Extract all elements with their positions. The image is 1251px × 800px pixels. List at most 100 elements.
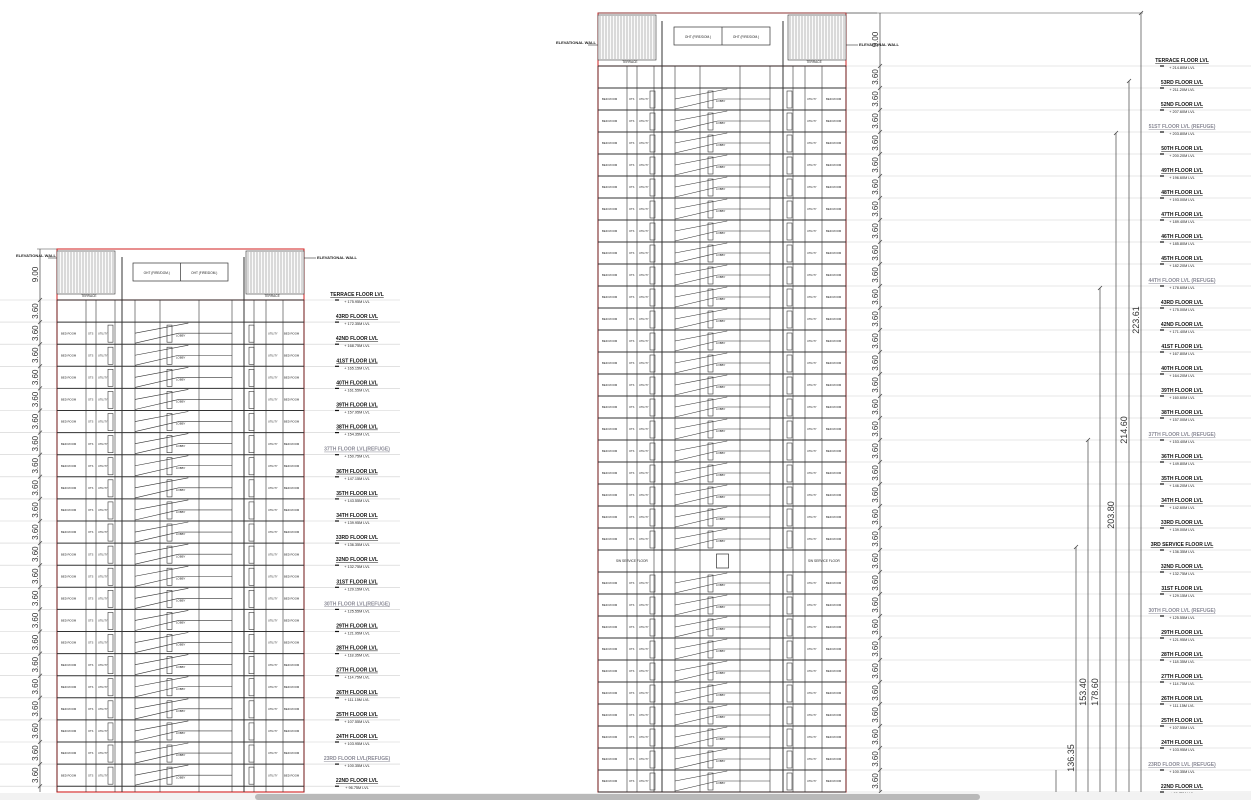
door [786,530,793,549]
floor-height-label: 3.60 [871,267,880,283]
floor-height-label: 3.60 [31,303,40,319]
level-name: 29TH FLOOR LVL [1161,630,1203,636]
bedroom-label-right: BED ROOM [826,735,842,739]
utility-label: UTILITY [98,420,108,424]
level-elevation: + 175.95M LVL [344,300,370,304]
floor-height-label: 3.60 [871,289,880,305]
level-elevation: + 125.55M LVL [1169,616,1195,620]
level-name: 22ND FLOOR LVL [336,778,378,784]
utility-label: UTILITY [98,729,108,733]
level-elevation: + 182.20M LVL [1169,264,1195,268]
floor-height-label: 3.60 [871,465,880,481]
level-elevation: + 203.80M LVL [1169,132,1195,136]
utility-label: UTILITY [639,757,649,761]
ots-label: OTS [629,647,635,651]
door [166,523,173,542]
bedroom-label-right: BED ROOM [826,317,842,321]
door [707,574,714,593]
lobby-label: LOBBY [176,466,185,470]
level-elevation: + 136.35M LVL [344,543,370,547]
utility-label: UTILITY [807,273,817,277]
floor-height-label: 3.60 [871,597,880,613]
bedroom-label-left: BED ROOM [61,663,77,667]
utility-label: UTILITY [98,641,108,645]
utility-label: UTILITY [639,141,649,145]
lobby-label: LOBBY [716,671,725,675]
door [166,479,173,498]
bedroom-label-left: BED ROOM [602,691,618,695]
lobby-label: LOBBY [716,649,725,653]
floor-height-label: 3.60 [871,487,880,503]
level-name: 41ST FLOOR LVL [336,358,377,364]
door [786,134,793,153]
lobby-label: LOBBY [176,532,185,536]
bedroom-label-right: BED ROOM [826,515,842,519]
utility-label: UTILITY [807,185,817,189]
level-name: 37TH FLOOR LVL (REFUGE) [1148,432,1215,438]
bedroom-label-left: BED ROOM [61,685,77,689]
level-elevation: + 114.75M LVL [1169,682,1194,686]
utility-label: UTILITY [807,669,817,673]
bedroom-label-right: BED ROOM [826,229,842,233]
door [248,634,255,652]
bedroom-label-right: BED ROOM [284,641,300,645]
level-name: 42ND FLOOR LVL [1161,322,1203,328]
terrace-label-right: TERRACE [264,294,279,298]
door [107,435,114,454]
floor-height-label: 3.60 [31,413,40,429]
oht-label-left: OHT (FIRE/DOM.) [144,271,170,275]
stair-flight [674,352,728,364]
ots-label: OTS [88,685,94,689]
stair-flight [134,477,189,489]
floor-height-label: 3.60 [871,553,880,569]
utility-label: UTILITY [268,508,278,512]
bedroom-label-left: BED ROOM [61,574,77,578]
stair-flight [674,198,728,210]
utility-label: UTILITY [639,515,649,519]
level-name: 3RD SERVICE FLOOR LVL [1151,542,1214,548]
bedroom-label-right: BED ROOM [826,185,842,189]
level-elevation: + 132.75M LVL [344,565,370,569]
utility-label: UTILITY [639,361,649,365]
ots-label: OTS [629,669,635,673]
bedroom-label-right: BED ROOM [826,295,842,299]
ots-label: OTS [88,641,94,645]
level-elevation: + 211.20M LVL [1169,88,1194,92]
level-elevation: + 136.35M LVL [1169,550,1195,554]
level-elevation: + 107.55M LVL [344,720,370,724]
lobby-label: LOBBY [176,775,185,779]
door [107,722,114,741]
floor-height-label: 3.60 [871,421,880,437]
bedroom-label-right: BED ROOM [284,574,300,578]
level-name: 29TH FLOOR LVL [336,624,378,630]
bedroom-label-left: BED ROOM [602,207,618,211]
floor-height-label: 3.60 [871,575,880,591]
door [707,750,714,769]
level-elevation: + 125.55M LVL [344,609,370,613]
level-elevation: + 193.00M LVL [1169,198,1195,202]
utility-label: UTILITY [268,707,278,711]
ots-label: OTS [88,707,94,711]
utility-label: UTILITY [268,353,278,357]
door [166,545,173,564]
door [786,442,793,461]
door [107,368,114,387]
scrollbar-thumb[interactable] [255,794,980,800]
door [707,420,714,439]
lobby-label: LOBBY [716,627,725,631]
utility-label: UTILITY [639,581,649,585]
bedroom-label-left: BED ROOM [61,398,77,402]
utility-label: UTILITY [807,427,817,431]
utility-label: UTILITY [807,779,817,783]
bedroom-label-right: BED ROOM [826,581,842,585]
floor-height-label: 3.60 [871,707,880,723]
door [707,376,714,395]
utility-label: UTILITY [807,339,817,343]
level-name: 38TH FLOOR LVL [336,425,378,431]
door [786,288,793,307]
ots-label: OTS [629,405,635,409]
lobby-label: LOBBY [176,400,185,404]
door [107,766,114,785]
overall-height-label: 203.80 [1106,501,1116,529]
door [786,684,793,703]
